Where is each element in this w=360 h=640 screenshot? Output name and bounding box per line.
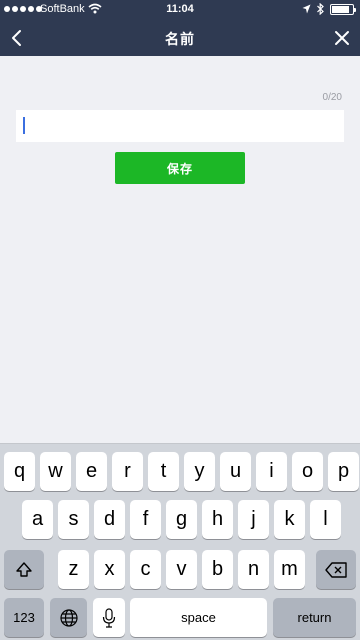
key-f[interactable]: f (130, 500, 161, 539)
status-bar: SoftBank 11:04 (0, 0, 360, 20)
backspace-icon (325, 561, 347, 578)
close-icon (335, 31, 349, 45)
microphone-icon (102, 607, 116, 628)
key-t[interactable]: t (148, 452, 179, 491)
key-v[interactable]: v (166, 550, 197, 589)
nav-bar: 名前 (0, 20, 360, 56)
microphone-key[interactable] (93, 598, 125, 637)
key-a[interactable]: a (22, 500, 53, 539)
key-l[interactable]: l (310, 500, 341, 539)
key-x[interactable]: x (94, 550, 125, 589)
shift-key[interactable] (4, 550, 44, 589)
key-h[interactable]: h (202, 500, 233, 539)
key-k[interactable]: k (274, 500, 305, 539)
text-caret (23, 117, 25, 134)
battery-icon (330, 3, 356, 15)
key-d[interactable]: d (94, 500, 125, 539)
key-b[interactable]: b (202, 550, 233, 589)
bluetooth-icon (317, 3, 324, 15)
location-icon (302, 4, 311, 14)
globe-icon (59, 608, 78, 627)
key-y[interactable]: y (184, 452, 215, 491)
key-u[interactable]: u (220, 452, 251, 491)
key-e[interactable]: e (76, 452, 107, 491)
numbers-key[interactable]: 123 (4, 598, 44, 637)
keyboard: 123 space return qwertyuiop asdfghjkl zxcv… (0, 443, 360, 640)
key-q[interactable]: q (4, 452, 35, 491)
return-key[interactable]: return (273, 598, 356, 637)
character-counter: 0/20 (322, 92, 342, 103)
page-title: 名前 (165, 31, 195, 47)
space-key[interactable]: space (130, 598, 267, 637)
key-z[interactable]: z (58, 550, 89, 589)
name-input[interactable] (16, 110, 344, 142)
key-n[interactable]: n (238, 550, 269, 589)
key-i[interactable]: i (256, 452, 287, 491)
globe-key[interactable] (50, 598, 87, 637)
save-button[interactable]: 保存 (115, 152, 245, 184)
close-button[interactable] (328, 24, 356, 52)
header: SoftBank 11:04 名前 (0, 0, 360, 56)
key-s[interactable]: s (58, 500, 89, 539)
key-p[interactable]: p (328, 452, 359, 491)
key-m[interactable]: m (274, 550, 305, 589)
key-c[interactable]: c (130, 550, 161, 589)
backspace-key[interactable] (316, 550, 356, 589)
key-g[interactable]: g (166, 500, 197, 539)
key-o[interactable]: o (292, 452, 323, 491)
shift-icon (16, 561, 32, 577)
key-w[interactable]: w (40, 452, 71, 491)
key-j[interactable]: j (238, 500, 269, 539)
key-r[interactable]: r (112, 452, 143, 491)
